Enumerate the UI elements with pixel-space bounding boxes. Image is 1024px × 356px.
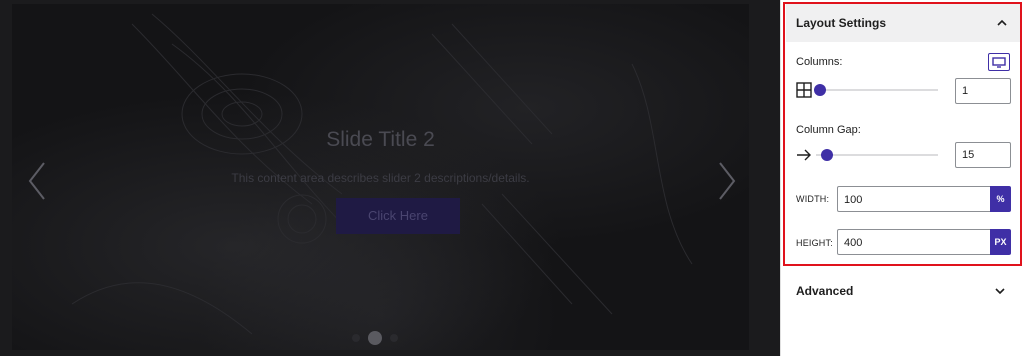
slide-cta-button[interactable]: Click Here (336, 198, 460, 234)
layout-settings-header[interactable]: Layout Settings (786, 4, 1020, 42)
pagination-dot[interactable] (352, 334, 360, 342)
columns-range (796, 80, 946, 100)
column-gap-input[interactable]: 15 (955, 142, 1011, 168)
width-input[interactable]: 100 (837, 186, 991, 212)
column-gap-label: Column Gap: (796, 124, 861, 136)
width-label: WIDTH: (796, 194, 830, 204)
slider-preview[interactable]: Slide Title 2 This content area describe… (12, 4, 749, 350)
responsive-device-toggle[interactable] (988, 53, 1010, 71)
chevron-right-icon[interactable] (712, 159, 742, 203)
width-unit-button[interactable]: % (990, 186, 1011, 212)
chevron-up-icon[interactable] (996, 19, 1008, 27)
column-gap-slider-thumb[interactable] (821, 149, 833, 161)
slide-title: Slide Title 2 (326, 128, 435, 151)
column-gap-range (796, 145, 946, 165)
columns-slider-thumb[interactable] (814, 84, 826, 96)
columns-label: Columns: (796, 56, 843, 68)
grid-icon (796, 82, 812, 98)
height-input[interactable]: 400 (837, 229, 991, 255)
layout-settings-title: Layout Settings (796, 16, 887, 30)
columns-input[interactable]: 1 (955, 78, 1011, 104)
arrow-right-icon (797, 149, 811, 161)
advanced-header[interactable]: Advanced (786, 276, 1018, 306)
advanced-title: Advanced (796, 284, 854, 298)
pagination-dot[interactable] (390, 334, 398, 342)
slide-description: This content area describes slider 2 des… (231, 171, 530, 185)
chevron-down-icon[interactable] (994, 287, 1006, 295)
desktop-icon (992, 56, 1006, 68)
chevron-left-icon[interactable] (22, 159, 52, 203)
slider-pagination (352, 328, 398, 348)
pagination-dot-active[interactable] (368, 331, 382, 345)
height-unit-button[interactable]: PX (990, 229, 1011, 255)
columns-slider-track[interactable] (816, 89, 938, 91)
column-gap-slider-track[interactable] (816, 154, 938, 156)
slide-content: Slide Title 2 This content area describe… (12, 4, 749, 350)
editor-canvas: Slide Title 2 This content area describe… (0, 0, 780, 356)
height-label: HEIGHT: (796, 238, 833, 248)
